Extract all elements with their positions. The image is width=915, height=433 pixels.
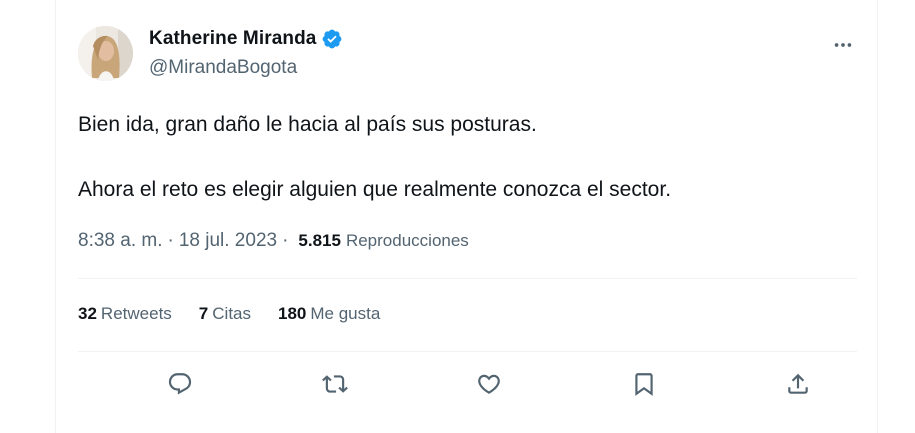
likes-stat[interactable]: 180 Me gusta xyxy=(278,304,380,324)
meta-separator: · xyxy=(167,230,174,251)
views-count: 5.815 xyxy=(298,231,341,250)
likes-label: Me gusta xyxy=(310,304,381,323)
verified-badge-icon xyxy=(321,28,343,50)
author-name[interactable]: Katherine Miranda xyxy=(149,28,316,50)
retweets-count: 32 xyxy=(78,304,97,323)
divider xyxy=(78,351,857,352)
tweet-paragraph-1: Bien ida, gran daño le hacia al país sus… xyxy=(78,113,537,136)
author-name-row: Katherine Miranda xyxy=(149,28,343,50)
tweet-text: Bien ida, gran daño le hacia al país sus… xyxy=(78,112,858,203)
reply-icon[interactable] xyxy=(164,368,196,400)
author-handle[interactable]: @MirandaBogota xyxy=(149,57,297,79)
meta-separator: · xyxy=(282,230,289,251)
retweets-stat[interactable]: 32 Retweets xyxy=(78,304,172,324)
quotes-count: 7 xyxy=(198,304,209,323)
tweet-stats: 32 Retweets 7 Citas 180 Me gusta xyxy=(78,304,407,324)
bookmark-icon[interactable] xyxy=(628,368,660,400)
tweet-paragraph-2: Ahora el reto es elegir alguien que real… xyxy=(78,178,672,201)
heart-icon[interactable] xyxy=(473,368,505,400)
tweet-time[interactable]: 8:38 a. m. xyxy=(78,230,163,252)
more-horizontal-icon[interactable] xyxy=(830,32,856,58)
views-label: Reproducciones xyxy=(345,231,469,250)
likes-count: 180 xyxy=(278,304,307,323)
quotes-stat[interactable]: 7 Citas xyxy=(199,304,251,324)
author-avatar[interactable] xyxy=(78,26,133,81)
quotes-label: Citas xyxy=(212,304,251,323)
retweets-label: Retweets xyxy=(100,304,172,323)
tweet-date[interactable]: 18 jul. 2023 xyxy=(179,230,277,252)
avatar-image xyxy=(78,26,133,81)
divider xyxy=(78,278,857,279)
tweet-card: Katherine Miranda @MirandaBogota Bien id… xyxy=(55,0,878,433)
tweet-header: Katherine Miranda @MirandaBogota xyxy=(78,26,858,82)
share-icon[interactable] xyxy=(782,368,814,400)
tweet-actions xyxy=(78,360,858,408)
tweet-meta: 8:38 a. m. · 18 jul. 2023 · 5.815 Reprod… xyxy=(78,230,469,252)
retweet-icon[interactable] xyxy=(319,368,351,400)
